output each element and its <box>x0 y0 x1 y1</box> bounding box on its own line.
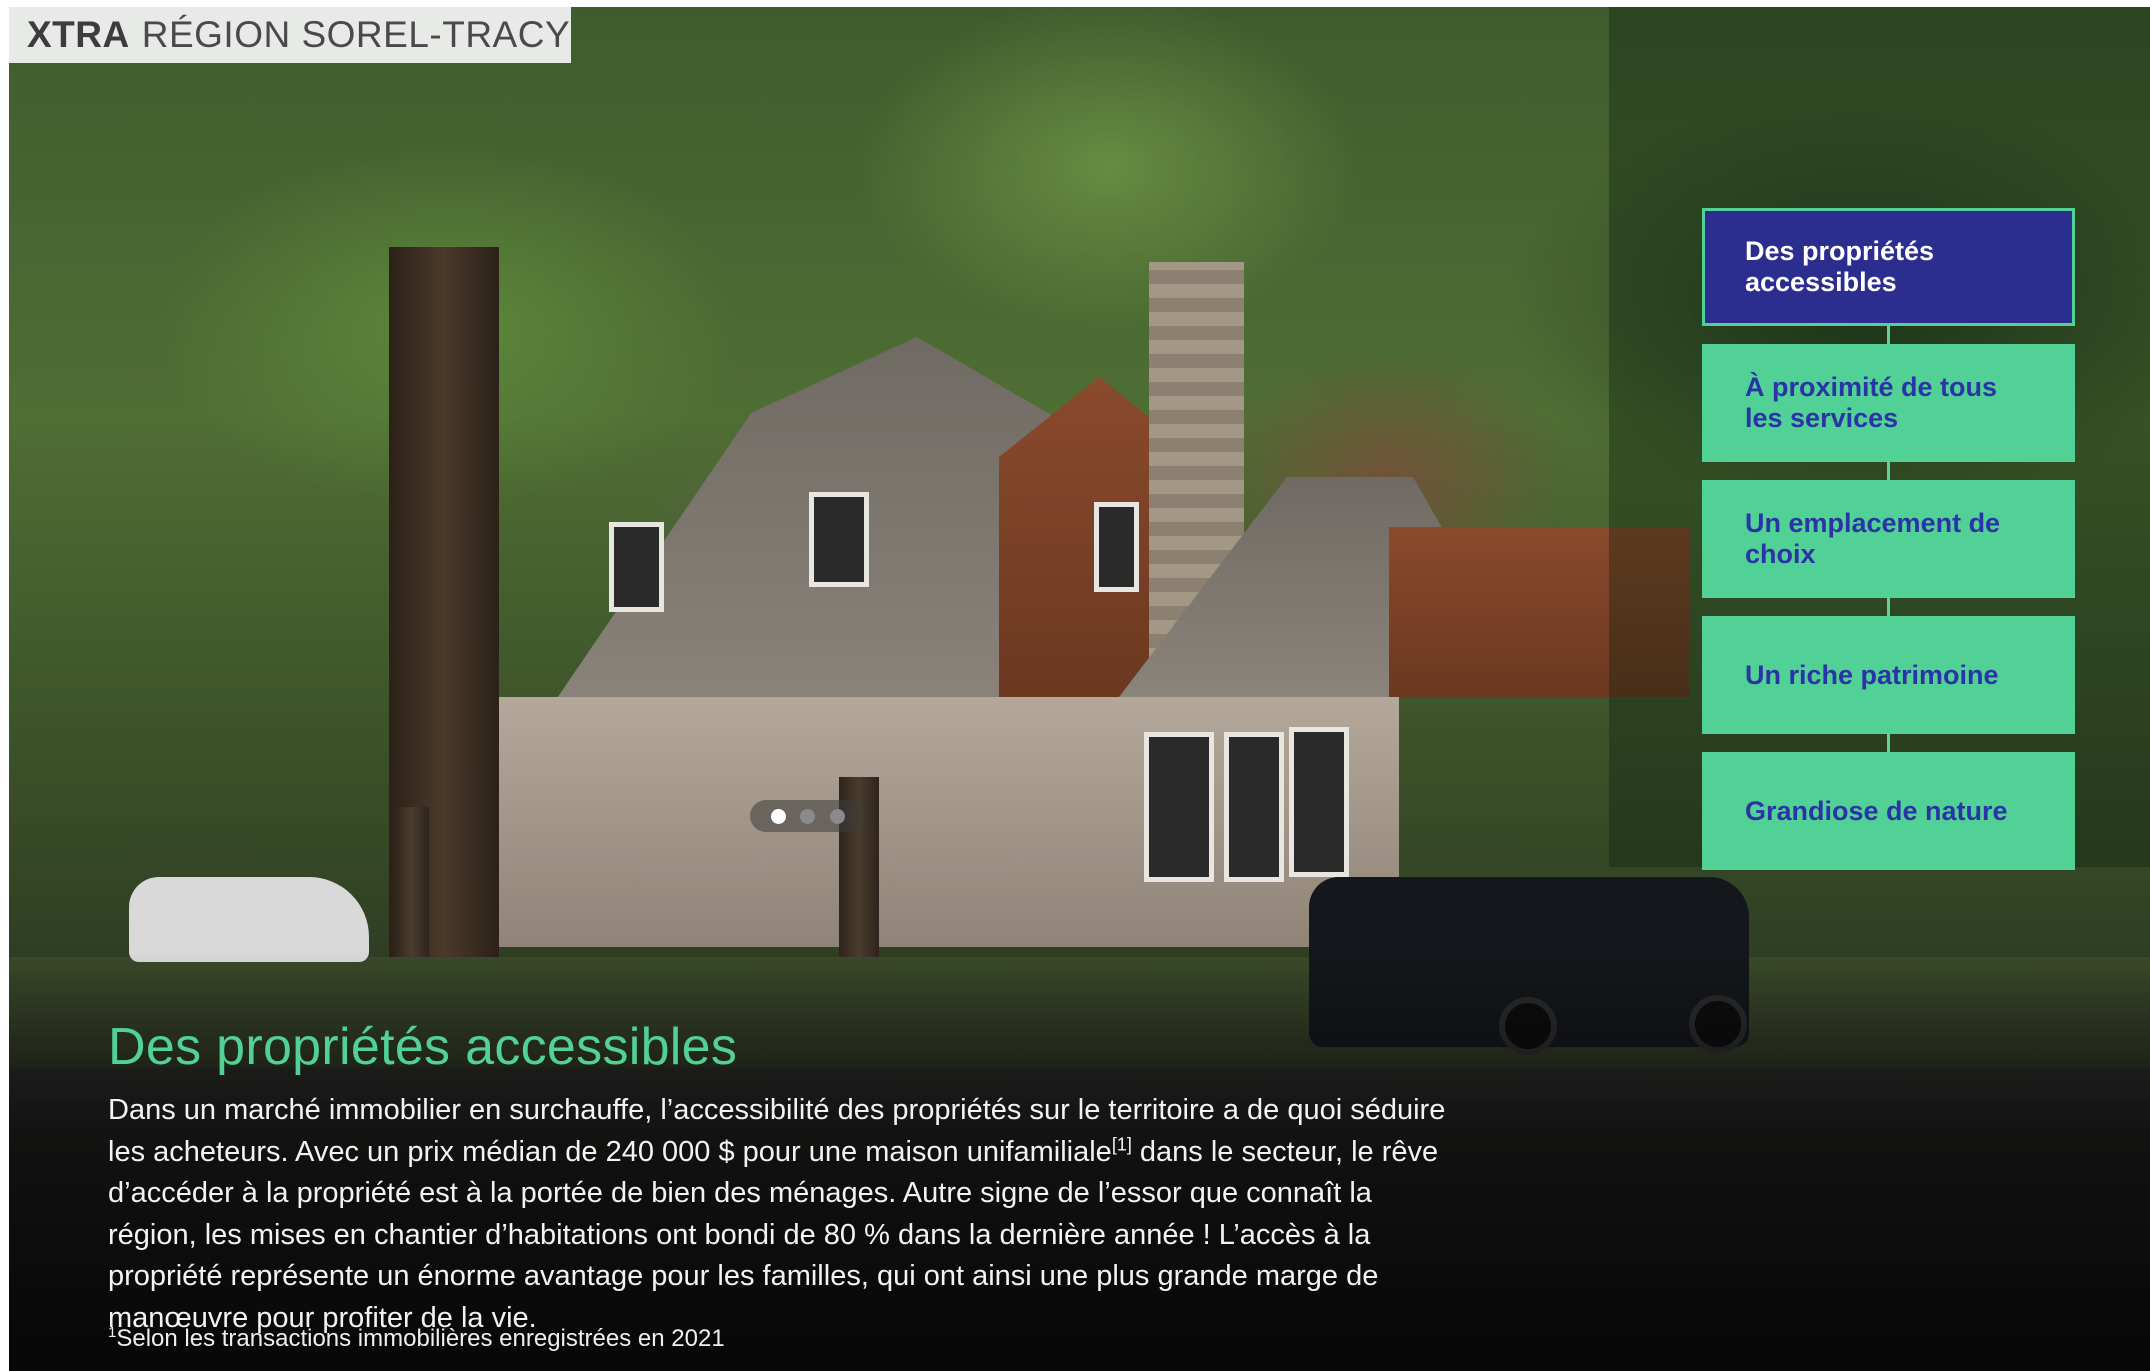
window <box>809 492 869 587</box>
carousel-dot-1[interactable] <box>770 808 786 824</box>
footnote-reference: [1] <box>1111 1133 1132 1154</box>
menu-item-emplacement-choix[interactable]: Un emplacement de choix <box>1702 480 2075 598</box>
carousel-pagination <box>750 800 865 832</box>
carousel-dot-3[interactable] <box>829 808 845 824</box>
menu-item-proprietes-accessibles[interactable]: Des propriétés accessibles <box>1702 208 2075 326</box>
menu-item-label: Un riche patrimoine <box>1745 659 1999 690</box>
section-title: Des propriétés accessibles <box>108 1018 738 1076</box>
window <box>1289 727 1349 877</box>
window <box>1224 732 1284 882</box>
window <box>1144 732 1214 882</box>
window <box>609 522 664 612</box>
menu-item-grandiose-nature[interactable]: Grandiose de nature <box>1702 752 2075 870</box>
menu-item-riche-patrimoine[interactable]: Un riche patrimoine <box>1702 616 2075 734</box>
section-body: Dans un marché immobilier en surchauffe,… <box>108 1090 1448 1339</box>
menu-item-label: À proximité de tous les services <box>1745 372 1998 433</box>
brand-name: XTRA <box>27 14 130 55</box>
window <box>1094 502 1139 592</box>
menu-item-label: Grandiose de nature <box>1745 795 2008 826</box>
menu-item-proximite-services[interactable]: À proximité de tous les services <box>1702 344 2075 462</box>
menu-connector <box>1887 598 1890 616</box>
menu-connector <box>1887 462 1890 480</box>
menu-item-label: Des propriétés accessibles <box>1745 236 1935 297</box>
menu-connector <box>1887 326 1890 344</box>
menu-item-label: Un emplacement de choix <box>1745 508 2001 569</box>
brand-badge: XTRA RÉGION SOREL-TRACY <box>9 7 571 63</box>
footnote-text: Selon les transactions immobilières enre… <box>116 1325 725 1352</box>
parked-car-white <box>129 877 369 962</box>
carousel-dot-2[interactable] <box>800 808 815 824</box>
footnote: 1Selon les transactions immobilières enr… <box>108 1325 725 1353</box>
brand-region: RÉGION SOREL-TRACY <box>141 14 571 55</box>
menu-connector <box>1887 734 1890 752</box>
